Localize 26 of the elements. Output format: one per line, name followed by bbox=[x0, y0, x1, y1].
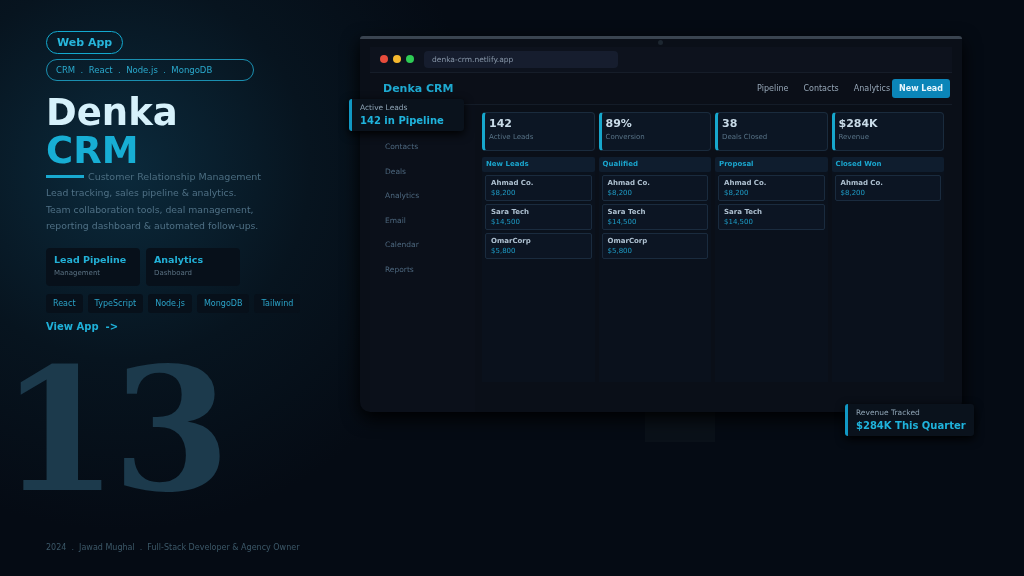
tech-tag: Tailwind bbox=[254, 293, 301, 313]
stat-value: 38 bbox=[722, 117, 739, 130]
nav-link[interactable]: Contacts bbox=[803, 83, 839, 93]
title-text: Denka bbox=[46, 94, 178, 132]
feature-title: Lead Pipeline bbox=[54, 253, 128, 265]
tech-tag: Node.js bbox=[148, 293, 192, 313]
footer-text: 2024 . Jawad Mughal . Full-Stack Developer & Agency Owner bbox=[46, 543, 300, 552]
description: Lead tracking, sales pipeline & analytics. Team collaboration tools, deal management, reporting dashboard & automated follow-ups. bbox=[46, 186, 259, 233]
subtitle: Customer Relationship Management bbox=[88, 171, 262, 182]
tech-tag: React bbox=[46, 293, 83, 313]
stat-value: 142 bbox=[489, 117, 513, 130]
nav-link[interactable]: Pipeline bbox=[757, 83, 789, 93]
view-app-link[interactable]: View App -> bbox=[46, 320, 119, 332]
callout-value: $284K This Quarter bbox=[856, 420, 966, 431]
new-lead-button[interactable]: New Lead bbox=[892, 78, 950, 98]
callout-value: 142 in Pipeline bbox=[360, 115, 445, 126]
title-text: CRM bbox=[46, 132, 140, 170]
stat-value: 89% bbox=[605, 117, 633, 130]
stat-value: $284K bbox=[838, 117, 879, 130]
feature-title: Analytics bbox=[154, 253, 205, 265]
nav-link[interactable]: Analytics bbox=[853, 83, 891, 93]
app-logo: Denka CRM bbox=[383, 81, 454, 95]
tech-tag: MongoDB bbox=[196, 293, 250, 313]
tech-tag: TypeScript bbox=[87, 293, 144, 313]
accent-rule bbox=[46, 175, 84, 178]
camera-dot bbox=[658, 40, 663, 45]
